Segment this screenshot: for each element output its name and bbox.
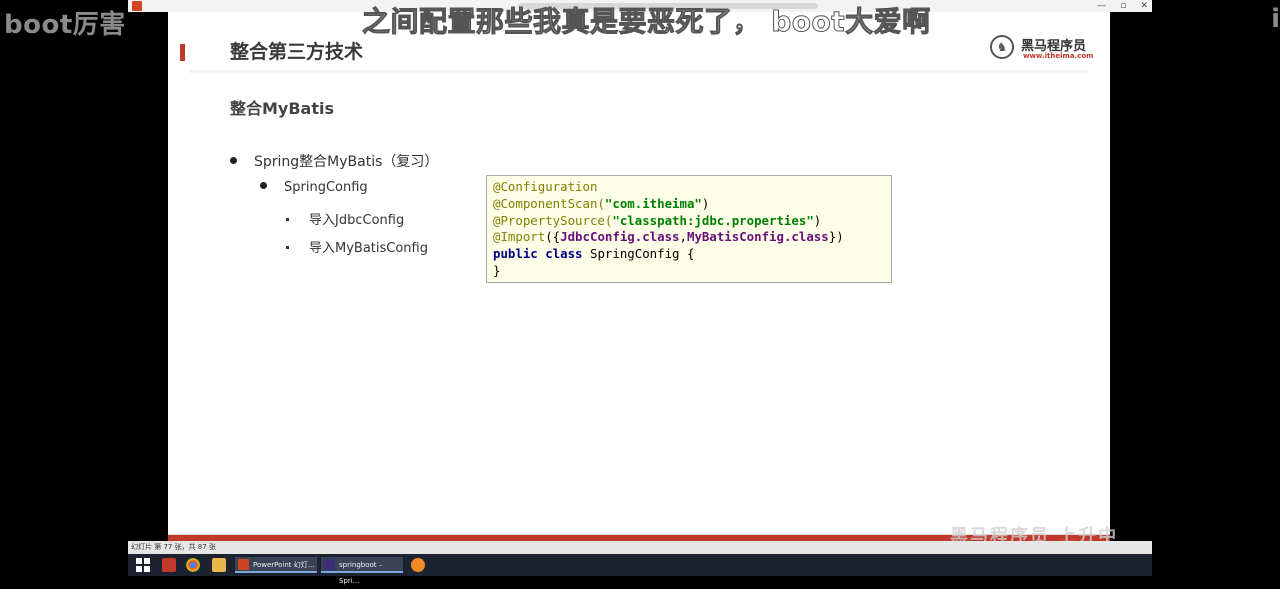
bullet-level3: 导入JdbcConfig — [286, 209, 404, 228]
title-divider — [190, 70, 1088, 73]
windows-start-icon[interactable] — [136, 558, 150, 572]
code-line: public class SpringConfig { — [493, 246, 885, 263]
bullet-square-icon — [286, 246, 289, 249]
bullet-level3-text: 导入MyBatisConfig — [309, 241, 428, 256]
code-line: @Configuration — [493, 179, 885, 196]
code-class: MyBatisConfig — [686, 229, 784, 245]
app-icon[interactable] — [162, 558, 176, 572]
code-keyword: .class — [634, 229, 680, 245]
bullet-level1-text: Spring整合MyBatis（复习） — [254, 154, 439, 170]
windows-taskbar: PowerPoint 幻灯... springboot – Spri... — [128, 554, 1152, 585]
code-annotation: @ComponentScan( — [493, 195, 605, 211]
powerpoint-icon — [132, 1, 142, 11]
code-punct: ) — [701, 195, 710, 211]
bullet-level3-text: 导入JdbcConfig — [309, 213, 405, 228]
intellij-icon — [324, 559, 335, 570]
code-class: JdbcConfig — [560, 229, 635, 245]
code-string: "classpath:jdbc.properties" — [612, 212, 814, 228]
code-line: @PropertySource("classpath:jdbc.properti… — [493, 213, 885, 230]
code-keyword: public class — [493, 246, 583, 262]
code-line: } — [493, 263, 885, 280]
horse-logo-icon: ♞ — [990, 35, 1014, 59]
section-heading: 整合MyBatis — [230, 99, 335, 118]
powerpoint-icon — [238, 559, 249, 570]
window-controls: — ▫ ✕ — [1097, 0, 1148, 12]
file-explorer-icon[interactable] — [212, 558, 226, 572]
taskbar-app-intellij[interactable]: springboot – Spri... — [321, 557, 403, 585]
bullet-square-icon — [286, 218, 289, 221]
chrome-icon[interactable] — [186, 558, 200, 572]
code-annotation: @PropertySource( — [493, 212, 613, 228]
itheima-logo: ♞ 黑马程序员 www.itheima.com — [990, 34, 1093, 64]
code-keyword: .class — [783, 229, 829, 245]
slide-canvas: 整合第三方技术 ♞ 黑马程序员 www.itheima.com 整合MyBati… — [168, 12, 1110, 541]
code-string: "com.itheima" — [604, 195, 702, 211]
code-text: SpringConfig { — [582, 246, 695, 262]
bullet-level3: 导入MyBatisConfig — [286, 237, 428, 256]
code-block: @Configuration @ComponentScan("com.ithei… — [486, 175, 892, 283]
bullet-level2: SpringConfig — [260, 180, 368, 195]
overlay-caption-right: i — [1271, 4, 1280, 34]
taskbar-app-label: PowerPoint 幻灯... — [253, 561, 315, 569]
powerpoint-statusbar: 幻灯片 第 77 张，共 87 张 — [128, 541, 1152, 554]
code-punct: } — [493, 262, 501, 278]
code-punct: , — [679, 229, 687, 245]
video-subtitle: 之间配置那些我真是要恶死了， boot大爱啊 — [362, 5, 931, 39]
code-punct: }) — [828, 229, 844, 245]
bullet-dot-icon — [230, 157, 237, 164]
maximize-button[interactable]: ▫ — [1120, 0, 1126, 12]
overlay-caption-left: boot厉害 — [4, 10, 126, 40]
code-line: @Import({JdbcConfig.class,MyBatisConfig.… — [493, 229, 885, 246]
code-annotation: @Import — [493, 229, 546, 245]
logo-url: www.itheima.com — [1023, 52, 1094, 60]
code-annotation: @Configuration — [493, 179, 598, 194]
code-line: @ComponentScan("com.itheima") — [493, 196, 885, 213]
close-button[interactable]: ✕ — [1140, 0, 1148, 12]
slide-title: 整合第三方技术 — [230, 41, 364, 63]
bullet-dot-icon — [260, 182, 267, 189]
bullet-level1: Spring整合MyBatis（复习） — [230, 151, 438, 171]
code-punct: ) — [813, 212, 822, 228]
code-punct: ({ — [545, 229, 561, 245]
title-accent-bar — [180, 44, 185, 61]
minimize-button[interactable]: — — [1097, 0, 1106, 12]
app-icon[interactable] — [411, 558, 425, 572]
taskbar-app-powerpoint[interactable]: PowerPoint 幻灯... — [235, 557, 317, 573]
slide-counter: 幻灯片 第 77 张，共 87 张 — [131, 543, 216, 551]
bullet-level2-text: SpringConfig — [284, 180, 368, 195]
taskbar-app-label: springboot – Spri... — [339, 561, 383, 585]
